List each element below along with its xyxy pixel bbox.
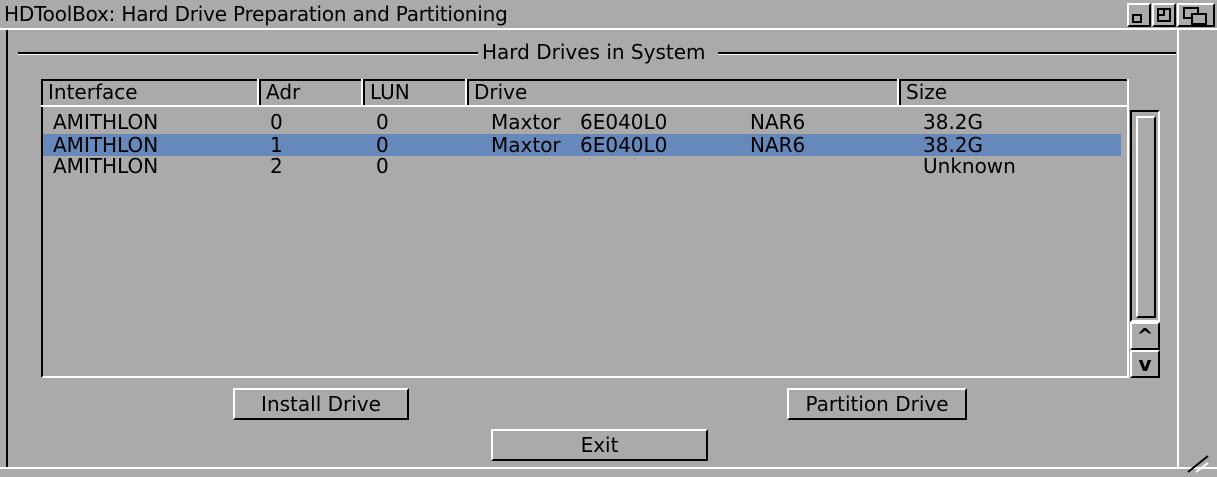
- hdtoolbox-window: HDToolBox: Hard Drive Preparation and Pa…: [0, 0, 1217, 477]
- bottom-border: [0, 467, 1217, 477]
- scroll-track[interactable]: [1130, 110, 1160, 322]
- window-title: HDToolBox: Hard Drive Preparation and Pa…: [4, 2, 508, 26]
- column-header-drive[interactable]: Drive: [467, 79, 899, 105]
- depth-gadget-icon[interactable]: [1177, 3, 1215, 27]
- cell-lun: 0: [376, 110, 389, 134]
- cell-model: 6E040L0: [580, 133, 668, 157]
- cell-size: Unknown: [923, 154, 1016, 178]
- zoom-gadget-icon[interactable]: [1152, 3, 1176, 27]
- cell-interface: AMITHLON: [53, 133, 159, 157]
- left-border: [0, 30, 8, 477]
- table-row[interactable]: AMITHLON 0 0 Maxtor 6E040L0 NAR6 38.2G: [43, 111, 1121, 133]
- cell-lun: 0: [376, 133, 389, 157]
- column-header-lun[interactable]: LUN: [363, 79, 467, 105]
- column-header-interface[interactable]: Interface: [41, 79, 259, 105]
- frame-line-right-highlight: [718, 54, 1176, 55]
- table-row[interactable]: AMITHLON 2 0 Unknown: [43, 155, 1121, 177]
- exit-button[interactable]: Exit: [491, 429, 708, 461]
- scroll-down-icon[interactable]: v: [1130, 350, 1160, 378]
- frame-line-left-highlight: [18, 54, 478, 55]
- cell-size: 38.2G: [923, 133, 984, 157]
- cell-adr: 0: [270, 110, 283, 134]
- resize-gadget-icon[interactable]: [1182, 452, 1212, 474]
- cell-revision: NAR6: [750, 110, 806, 134]
- list-header: Interface Adr LUN Drive Size: [41, 79, 1129, 107]
- scroll-up-icon[interactable]: ^: [1130, 322, 1160, 350]
- cell-interface: AMITHLON: [53, 154, 159, 178]
- cell-vendor: Maxtor: [491, 133, 561, 157]
- cell-size: 38.2G: [923, 110, 984, 134]
- cell-model: 6E040L0: [580, 110, 668, 134]
- cell-revision: NAR6: [750, 133, 806, 157]
- column-header-adr[interactable]: Adr: [259, 79, 363, 105]
- cell-adr: 2: [270, 154, 283, 178]
- iconify-gadget-icon[interactable]: [1127, 3, 1151, 27]
- cell-vendor: Maxtor: [491, 110, 561, 134]
- partition-drive-button[interactable]: Partition Drive: [787, 388, 967, 420]
- column-header-size[interactable]: Size: [899, 79, 1129, 105]
- title-bar[interactable]: HDToolBox: Hard Drive Preparation and Pa…: [0, 0, 1217, 30]
- cell-adr: 1: [270, 133, 283, 157]
- install-drive-button[interactable]: Install Drive: [233, 388, 409, 420]
- right-border: [1177, 30, 1217, 467]
- cell-interface: AMITHLON: [53, 110, 159, 134]
- vertical-scrollbar[interactable]: ^ v: [1130, 110, 1160, 378]
- table-row-selected[interactable]: AMITHLON 1 0 Maxtor 6E040L0 NAR6 38.2G: [43, 134, 1121, 156]
- group-title: Hard Drives in System: [482, 40, 706, 64]
- scroll-knob[interactable]: [1136, 116, 1156, 318]
- cell-lun: 0: [376, 154, 389, 178]
